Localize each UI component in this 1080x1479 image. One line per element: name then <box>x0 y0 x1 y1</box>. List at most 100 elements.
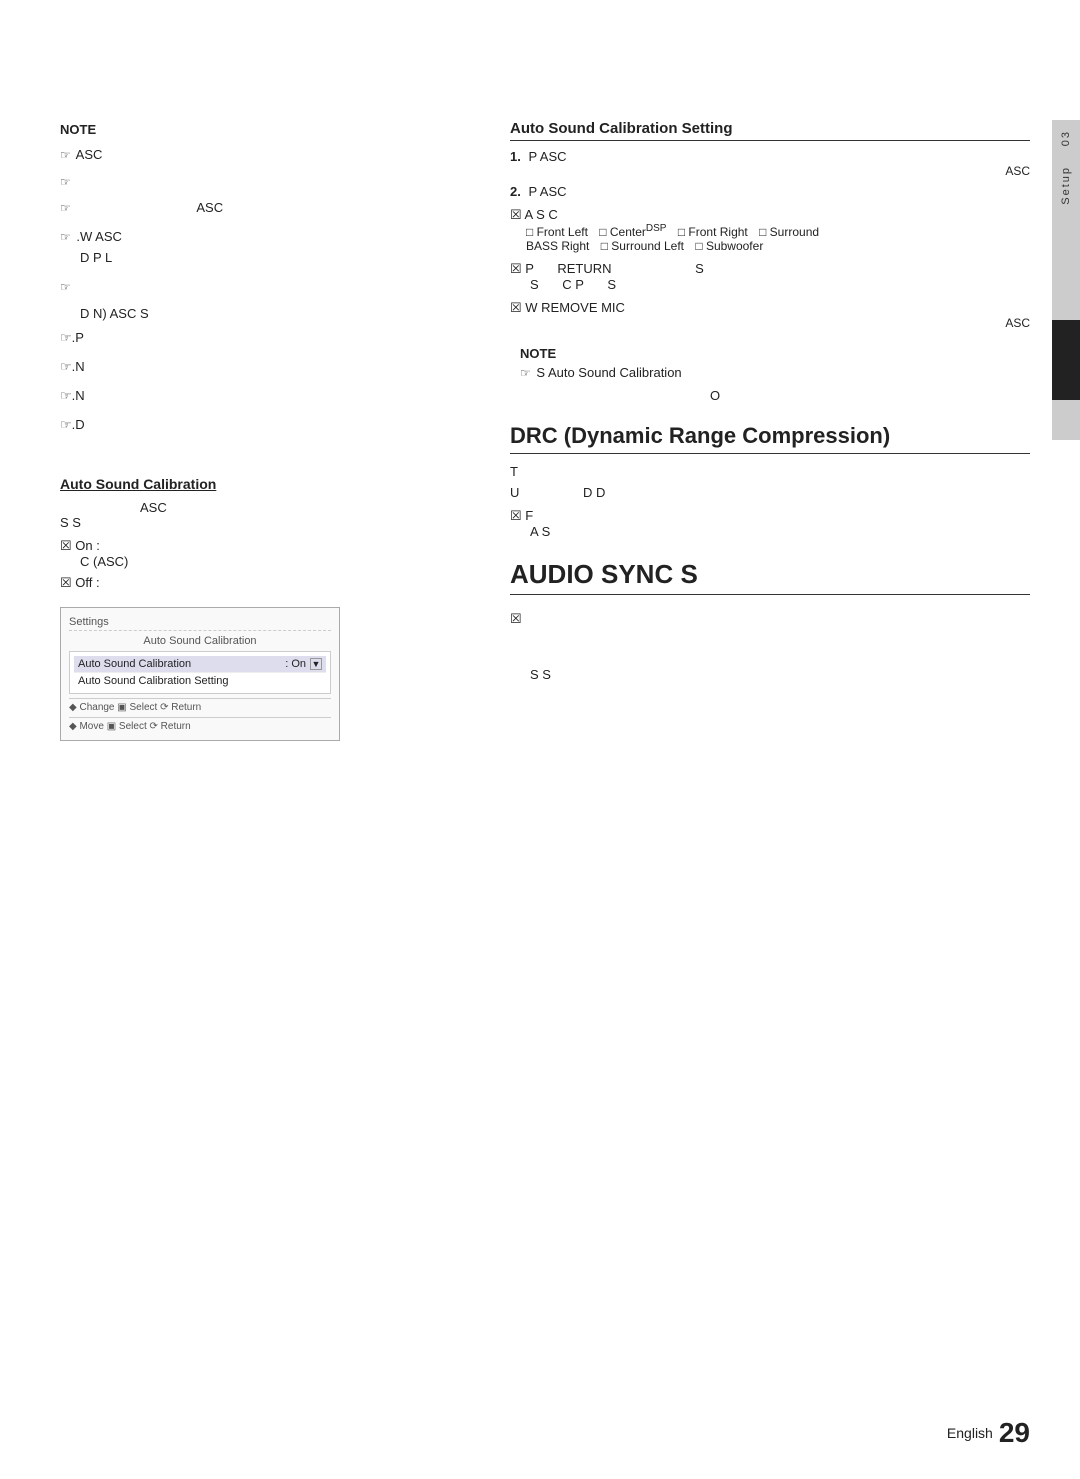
page-number: 29 <box>999 1417 1030 1449</box>
step2-label: 2. <box>510 184 521 199</box>
note-label-right: NOTE <box>520 346 1030 361</box>
section-label: Auto Sound Calibration <box>69 635 331 647</box>
page-footer: English 29 <box>947 1417 1030 1449</box>
note-icon-line5: ☞ <box>60 277 460 298</box>
menu-item-1: Auto Sound Calibration : On ▼ <box>74 656 326 673</box>
step-1: 1. P ASC ASC <box>510 149 1030 178</box>
surround-left: □ Surround Left <box>601 239 684 253</box>
language-label: English <box>947 1425 993 1441</box>
menu-item-2-name: Auto Sound Calibration Setting <box>78 675 228 687</box>
page-container: 03 Setup NOTE ☞ ASC ☞ ☞ ASC ☞ .W ASC <box>0 0 1080 1479</box>
s-s-line: S S <box>60 515 460 530</box>
arrow-button: ▼ <box>310 658 322 670</box>
right-column: Auto Sound Calibration Setting 1. P ASC … <box>510 120 1030 682</box>
front-right: □ Front Right <box>678 225 748 239</box>
c-p-text: C P <box>562 277 583 292</box>
menu-item-2: Auto Sound Calibration Setting <box>74 673 326 689</box>
chapter-label: Setup <box>1060 156 1072 215</box>
chapter-number: 03 <box>1060 120 1072 156</box>
side-tab-black <box>1052 320 1080 400</box>
d-d-text: D D <box>583 485 605 500</box>
footer-text-1: ◆ Change ▣ Select ⟳ Return <box>69 702 201 713</box>
audio-sync-s-s: S S <box>530 667 1030 682</box>
w-asc-section: ☞ .W ASC D P L <box>60 227 460 269</box>
subwoofer: □ Subwoofer <box>695 239 763 253</box>
s-end: S <box>607 277 616 292</box>
screenshot-box: Settings Auto Sound Calibration Auto Sou… <box>60 607 340 741</box>
on-item: ☒ On : C (ASC) <box>60 538 460 569</box>
c-p-line: S C P S <box>530 277 1030 292</box>
off-item: ☒ Off : <box>60 575 460 591</box>
checkbox-w-section: ☒ W REMOVE MIC ASC <box>510 300 1030 330</box>
asc-setting-title: Auto Sound Calibration Setting <box>510 120 1030 141</box>
front-left: □ Front Left <box>526 225 588 239</box>
d-n-asc-text: D N) ASC S <box>80 306 149 321</box>
menu-section: Auto Sound Calibration : On ▼ Auto Sound… <box>69 651 331 694</box>
value-text: : On <box>285 658 306 670</box>
auto-sound-title: Auto Sound Calibration <box>60 476 460 492</box>
checkbox-w: ☒ W REMOVE MIC <box>510 300 1030 316</box>
center-item: □ CenterDSP <box>599 225 666 239</box>
checkbox-a: ☒ A S C <box>510 207 1030 223</box>
drc-section: DRC (Dynamic Range Compression) T U D D … <box>510 423 1030 539</box>
step1-label: 1. <box>510 149 521 164</box>
checkbox-p-sym: ☒ P <box>510 261 534 276</box>
asc-label-inline: ASC <box>196 200 223 215</box>
p-label: ☞.P <box>60 328 460 349</box>
note-icon-2: ☞ <box>60 173 71 192</box>
settings-label: Settings <box>69 616 331 631</box>
drc-title: DRC (Dynamic Range Compression) <box>510 423 1030 454</box>
audio-sync-content: ☒ S S <box>510 611 1030 682</box>
audio-sync-checkbox: ☒ <box>510 611 1030 627</box>
w-asc-line: ☞ .W ASC <box>60 227 460 248</box>
note-icon-line3: ☞ ASC <box>60 198 460 219</box>
checkbox-f: ☒ F <box>510 508 1030 524</box>
auto-sound-section: Auto Sound Calibration ASC S S ☒ On : C … <box>60 476 460 741</box>
left-column: NOTE ☞ ASC ☞ ☞ ASC ☞ .W ASC D P L <box>60 120 460 741</box>
s-prefix: S <box>530 277 539 292</box>
asc-end: ASC <box>510 316 1030 330</box>
menu-item-1-name: Auto Sound Calibration <box>78 658 191 670</box>
return-label: RETURN <box>557 261 611 276</box>
t-text: T <box>510 464 1030 479</box>
o-text: O <box>710 388 1030 403</box>
speaker-list-2: BASS Right □ Surround Left □ Subwoofer <box>526 239 1030 253</box>
dsp-label: DSP <box>646 223 667 234</box>
a-s-line: A S <box>530 524 1030 539</box>
d-n-asc-line: D N) ASC S <box>60 304 460 325</box>
w-asc-text: .W ASC <box>76 229 122 244</box>
bass-right: BASS Right <box>526 239 589 253</box>
asc-desc-text: ASC <box>140 500 167 515</box>
audio-sync-section: AUDIO SYNC S ☒ S S <box>510 559 1030 682</box>
s-label-right: S <box>695 261 704 276</box>
note-icon-4: ☞ <box>60 228 71 247</box>
off-label: ☒ Off : <box>60 575 460 591</box>
d-label: ☞.D <box>60 415 460 436</box>
asc-desc: ASC <box>60 500 460 515</box>
footer-bar-2: ◆ Move ▣ Select ⟳ Return <box>69 717 331 732</box>
checkbox-p-section: ☒ P RETURN S S C P S <box>510 261 1030 292</box>
note-icon-3: ☞ <box>60 199 71 218</box>
on-label: ☒ On : <box>60 538 460 554</box>
footer-text-2: ◆ Move ▣ Select ⟳ Return <box>69 721 191 732</box>
note-icon-line2: ☞ <box>60 172 460 193</box>
menu-item-1-value: : On ▼ <box>285 658 322 670</box>
footer-bar-1: ◆ Change ▣ Select ⟳ Return <box>69 698 331 713</box>
n-label-1: ☞.N <box>60 357 460 378</box>
step2-text: P ASC <box>528 184 566 199</box>
step1-text: P ASC <box>528 149 566 164</box>
on-desc: C (ASC) <box>80 554 460 569</box>
d-p-l-line: D P L <box>80 248 460 269</box>
audio-sync-title: AUDIO SYNC S <box>510 559 1030 595</box>
u-label: U <box>510 485 519 500</box>
note-section-top: NOTE ☞ ASC ☞ ☞ ASC ☞ .W ASC D P L <box>60 120 460 436</box>
note-sub-section: NOTE ☞ S Auto Sound Calibration <box>510 346 1030 380</box>
checkbox-a-section: ☒ A S C □ Front Left □ CenterDSP □ Front… <box>510 207 1030 253</box>
step-2: 2. P ASC <box>510 184 1030 199</box>
settings-text: Settings <box>69 616 109 628</box>
note-s-line: ☞ S Auto Sound Calibration <box>520 365 1030 380</box>
note-icon-5: ☞ <box>60 278 71 297</box>
asc-text-1: ASC <box>76 147 103 162</box>
note-icon-right: ☞ <box>520 366 531 380</box>
u-label-line: U D D <box>510 485 1030 500</box>
